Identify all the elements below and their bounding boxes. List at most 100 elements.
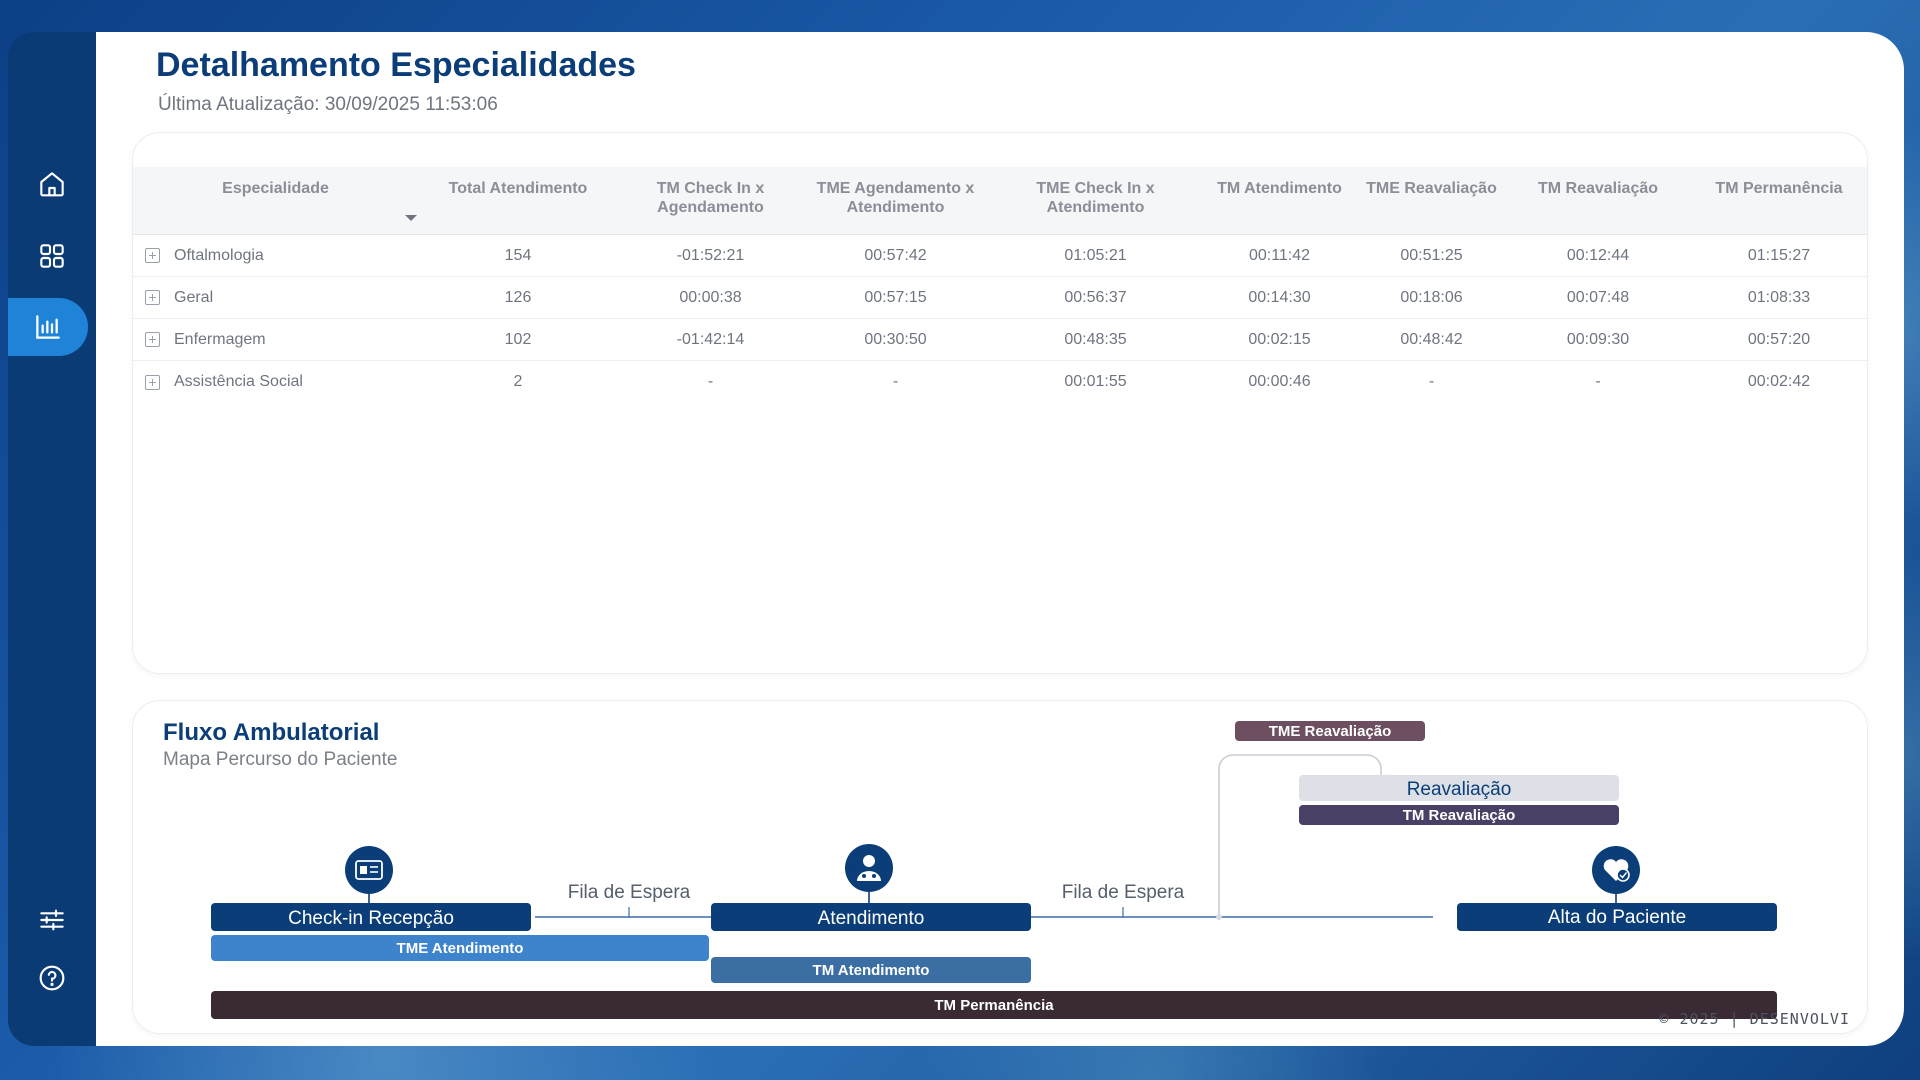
svg-text:TME Reavaliação: TME Reavaliação bbox=[1269, 723, 1392, 740]
expand-plus-icon[interactable] bbox=[145, 332, 160, 347]
row-value-cell: 00:14:30 bbox=[1248, 288, 1311, 306]
table-row[interactable]: Geral 126 00:00:38 00:57:15 00:56:37 00:14:30… bbox=[133, 277, 1867, 319]
svg-text:TM Permanência: TM Permanência bbox=[934, 997, 1054, 1014]
row-value-cell: 00:09:30 bbox=[1566, 330, 1630, 348]
stage-reavaliacao[interactable]: Reavaliação bbox=[1299, 775, 1619, 801]
row-specialty-cell: Assistência Social bbox=[133, 373, 418, 391]
stage-checkin[interactable]: Check-in Recepção bbox=[211, 903, 531, 931]
col-tme-checkin-atendimento[interactable]: TME Check In x Atendimento bbox=[988, 167, 1203, 234]
reavaliacao-label: Reavaliação bbox=[1407, 779, 1512, 800]
col-especialidade[interactable]: Especialidade bbox=[133, 167, 418, 234]
row-value-cell: 00:30:50 bbox=[864, 330, 927, 348]
nav-filters[interactable] bbox=[26, 898, 78, 942]
row-value-cell: -01:42:14 bbox=[676, 330, 745, 348]
flow-card: Fluxo Ambulatorial Mapa Percurso do Paci… bbox=[132, 700, 1868, 1034]
atendimento-label: Atendimento bbox=[818, 908, 925, 929]
sliders-icon bbox=[40, 909, 64, 931]
row-value-cell: 154 bbox=[504, 246, 532, 264]
col-tm-reavaliacao[interactable]: TM Reavaliação bbox=[1507, 167, 1689, 234]
specialties-table-card: Especialidade Total Atendimento TM Check… bbox=[132, 132, 1868, 674]
row-value-cell: 00:01:55 bbox=[1064, 373, 1127, 390]
nav-grid[interactable] bbox=[26, 234, 78, 278]
row-value-cell: 00:02:42 bbox=[1747, 373, 1811, 390]
row-value-cell: 01:08:33 bbox=[1747, 288, 1811, 306]
stage-alta[interactable]: Alta do Paciente bbox=[1457, 903, 1777, 931]
row-value-cell: - bbox=[707, 373, 714, 390]
row-value-cell: -01:52:21 bbox=[676, 246, 745, 264]
row-value-cell: 00:07:48 bbox=[1566, 288, 1630, 306]
col-tme-agendamento-atendimento[interactable]: TME Agendamento x Atendimento bbox=[803, 167, 988, 234]
row-specialty-cell: Oftalmologia bbox=[133, 247, 418, 265]
row-specialty-cell: Enfermagem bbox=[133, 331, 418, 349]
row-value-cell: 00:48:42 bbox=[1400, 330, 1463, 348]
copyright: © 2025 | DESENVOLVI bbox=[1659, 1010, 1850, 1028]
table-body: Oftalmologia 154 -01:52:21 00:57:42 01:05:21… bbox=[133, 235, 1867, 403]
tme-atendimento-bar[interactable]: TME Atendimento bbox=[211, 935, 709, 961]
expand-plus-icon[interactable] bbox=[145, 248, 160, 263]
doctor-icon bbox=[845, 844, 893, 892]
expand-plus-icon[interactable] bbox=[145, 290, 160, 305]
loop-node bbox=[1216, 914, 1222, 920]
table-header: Especialidade Total Atendimento TM Check… bbox=[133, 167, 1867, 235]
table-row[interactable]: Assistência Social 2 - - 00:01:55 00:00:46 - - 0… bbox=[133, 361, 1867, 403]
row-value-cell: 2 bbox=[513, 373, 523, 390]
svg-text:TM Reavaliação: TM Reavaliação bbox=[1403, 807, 1516, 824]
row-value-cell: 00:11:42 bbox=[1248, 246, 1311, 264]
col-total-atendimento[interactable]: Total Atendimento bbox=[418, 167, 618, 234]
last-update: Última Atualização: 30/09/2025 11:53:06 bbox=[158, 94, 498, 115]
nav-home[interactable] bbox=[26, 162, 78, 206]
row-value-cell: 00:00:38 bbox=[679, 288, 742, 306]
tm-reavaliacao-bar[interactable]: TM Reavaliação bbox=[1299, 805, 1619, 825]
alta-label: Alta do Paciente bbox=[1548, 907, 1686, 928]
row-value-cell: 00:02:15 bbox=[1248, 330, 1311, 348]
row-specialty-cell: Geral bbox=[133, 289, 418, 307]
table-row[interactable]: Oftalmologia 154 -01:52:21 00:57:42 01:05:21… bbox=[133, 235, 1867, 277]
flow-diagram: Check-in Recepção Fila de Espera Atendim… bbox=[211, 721, 1777, 1019]
row-value-cell: 00:12:44 bbox=[1566, 246, 1630, 264]
col-tm-checkin-agendamento[interactable]: TM Check In x Agendamento bbox=[618, 167, 803, 234]
row-value-cell: 01:15:27 bbox=[1747, 246, 1811, 264]
row-value-cell: 00:18:06 bbox=[1400, 288, 1463, 306]
col-tm-permanencia[interactable]: TM Permanência bbox=[1689, 167, 1867, 234]
tm-permanencia-bar[interactable]: TM Permanência bbox=[211, 991, 1777, 1019]
specialties-table: Especialidade Total Atendimento TM Check… bbox=[133, 167, 1867, 403]
sidebar bbox=[8, 32, 96, 1046]
row-value-cell: - bbox=[892, 373, 899, 390]
row-value-cell: 00:57:42 bbox=[864, 246, 927, 264]
grid-icon bbox=[40, 244, 64, 268]
id-card-icon bbox=[345, 846, 393, 894]
specialty-name: Enfermagem bbox=[174, 330, 266, 348]
row-value-cell: 102 bbox=[504, 330, 532, 348]
specialty-name: Oftalmologia bbox=[174, 246, 264, 264]
row-value-cell: 01:05:21 bbox=[1064, 246, 1127, 264]
col-tme-reavaliacao[interactable]: TME Reavaliação bbox=[1356, 167, 1507, 234]
row-value-cell: 00:56:37 bbox=[1064, 288, 1127, 306]
specialty-name: Geral bbox=[174, 288, 214, 306]
nav-help[interactable] bbox=[26, 956, 78, 1000]
checkin-label: Check-in Recepção bbox=[288, 908, 454, 929]
expand-plus-icon[interactable] bbox=[145, 374, 160, 390]
main-panel: Detalhamento Especialidades Última Atual… bbox=[96, 32, 1904, 1046]
row-value-cell: 126 bbox=[504, 288, 532, 306]
specialty-name: Assistência Social bbox=[174, 373, 303, 390]
row-value-cell: 00:51:25 bbox=[1400, 246, 1463, 264]
page-title: Detalhamento Especialidades bbox=[156, 46, 636, 84]
svg-text:TM Atendimento: TM Atendimento bbox=[813, 962, 930, 979]
col-tm-atendimento[interactable]: TM Atendimento bbox=[1203, 167, 1356, 234]
stage-atendimento[interactable]: Atendimento bbox=[711, 903, 1031, 931]
tme-reavaliacao-bar[interactable]: TME Reavaliação bbox=[1235, 721, 1425, 741]
table-row[interactable]: Enfermagem 102 -01:42:14 00:30:50 00:48:35 00… bbox=[133, 319, 1867, 361]
home-icon bbox=[40, 172, 64, 197]
help-icon bbox=[39, 965, 65, 991]
sort-desc-icon[interactable] bbox=[404, 213, 418, 223]
tm-atendimento-bar[interactable]: TM Atendimento bbox=[711, 957, 1031, 983]
bar-chart-icon bbox=[36, 315, 60, 339]
row-value-cell: 00:57:15 bbox=[864, 288, 927, 306]
row-value-cell: 00:00:46 bbox=[1248, 373, 1311, 390]
queue1-label: Fila de Espera bbox=[568, 882, 691, 903]
nav-reports[interactable] bbox=[8, 298, 88, 356]
row-value-cell: - bbox=[1595, 373, 1601, 390]
row-value-cell: 00:57:20 bbox=[1747, 330, 1811, 348]
svg-text:TME Atendimento: TME Atendimento bbox=[397, 940, 524, 957]
queue2-label: Fila de Espera bbox=[1062, 882, 1185, 903]
